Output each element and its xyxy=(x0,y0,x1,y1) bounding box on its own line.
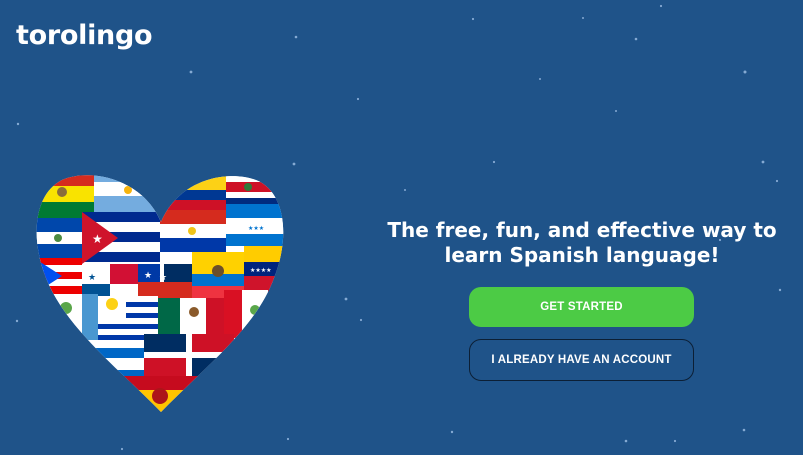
hero-tagline: The free, fun, and effective way to lear… xyxy=(387,218,777,267)
svg-text:★: ★ xyxy=(159,272,167,282)
svg-text:★: ★ xyxy=(88,272,96,282)
svg-text:★★★: ★★★ xyxy=(248,225,264,232)
get-started-button[interactable]: GET STARTED xyxy=(469,287,694,327)
svg-text:★: ★ xyxy=(144,270,152,280)
hero-section: The free, fun, and effective way to lear… xyxy=(380,218,784,381)
svg-text:★: ★ xyxy=(92,232,103,246)
brand-logo[interactable]: torolingo xyxy=(16,20,153,51)
svg-text:★★★★: ★★★★ xyxy=(250,267,272,274)
already-have-account-button[interactable]: I ALREADY HAVE AN ACCOUNT xyxy=(469,339,694,381)
svg-text:★: ★ xyxy=(38,272,46,282)
flag-heart-illustration: ★ ★★★ ★ ★ ★ ★ ★★★★ xyxy=(36,175,284,413)
